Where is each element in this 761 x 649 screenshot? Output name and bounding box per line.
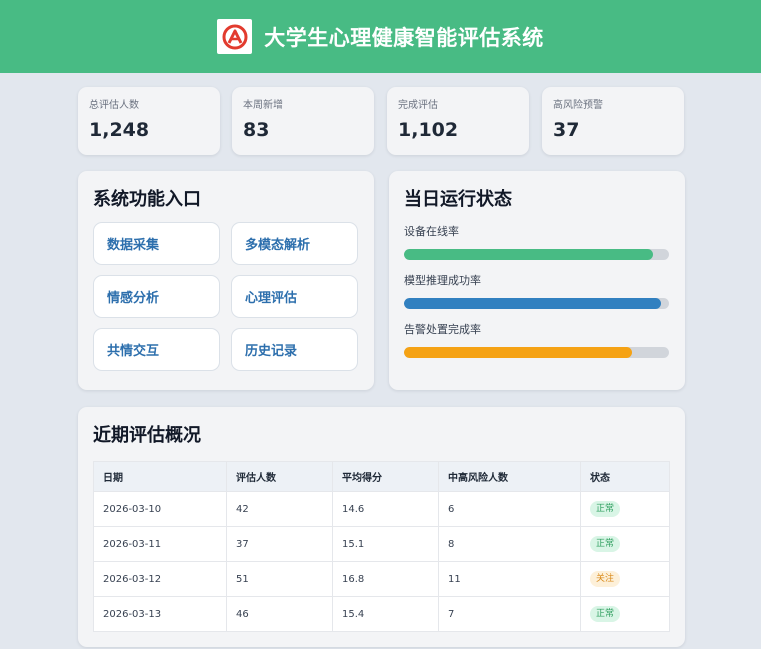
stat-label: 完成评估	[398, 100, 438, 111]
column-header: 评估人数	[226, 461, 333, 492]
cell-risk: 7	[438, 596, 581, 632]
multimodal-analysis-button[interactable]: 多模态解析	[231, 222, 358, 265]
column-header: 平均得分	[332, 461, 439, 492]
stat-label: 本周新增	[243, 100, 283, 111]
progress-bar	[404, 249, 669, 260]
cell-avg: 14.6	[332, 491, 439, 527]
cell-avg: 16.8	[332, 561, 439, 597]
assessment-table: 日期 评估人数 平均得分 中高风险人数 状态 2026-03-10 42 14.…	[93, 461, 670, 632]
cell-avg: 15.1	[332, 526, 439, 562]
column-header: 日期	[93, 461, 227, 492]
cell-status: 关注	[580, 561, 670, 597]
section-title: 系统功能入口	[93, 189, 201, 210]
progress-fill	[404, 249, 654, 260]
status-badge: 正常	[590, 536, 621, 552]
cell-risk: 11	[438, 561, 581, 597]
stat-value: 1,248	[89, 119, 150, 141]
column-header: 状态	[580, 461, 670, 492]
app-header: 大学生心理健康智能评估系统	[0, 0, 761, 73]
cell-risk: 8	[438, 526, 581, 562]
stat-label: 高风险预警	[553, 100, 603, 111]
stat-card-total: 总评估人数 1,248	[78, 87, 220, 155]
cell-risk: 6	[438, 491, 581, 527]
table-row: 2026-03-10 42 14.6 6 正常	[93, 491, 670, 527]
cell-date: 2026-03-10	[93, 491, 227, 527]
section-title: 近期评估概况	[93, 425, 201, 446]
cell-date: 2026-03-13	[93, 596, 227, 632]
cell-status: 正常	[580, 526, 670, 562]
metric-label: 告警处置完成率	[404, 323, 481, 336]
psych-assessment-button[interactable]: 心理评估	[231, 275, 358, 318]
metric-alarm-handled: 告警处置完成率	[404, 323, 670, 358]
table-row: 2026-03-13 46 15.4 7 正常	[93, 596, 670, 632]
stat-card-completed: 完成评估 1,102	[387, 87, 529, 155]
stat-value: 83	[243, 119, 270, 141]
stat-card-weekly-new: 本周新增 83	[232, 87, 374, 155]
function-entry-panel: 系统功能入口 数据采集 多模态解析 情感分析 心理评估 共情交互 历史记录	[78, 171, 374, 390]
table-header-row: 日期 评估人数 平均得分 中高风险人数 状态	[93, 461, 670, 492]
data-collection-button[interactable]: 数据采集	[93, 222, 220, 265]
section-title: 当日运行状态	[404, 189, 512, 210]
app-title: 大学生心理健康智能评估系统	[264, 25, 544, 50]
progress-fill	[404, 347, 632, 358]
cell-count: 51	[226, 561, 333, 597]
progress-bar	[404, 298, 669, 309]
metric-label: 设备在线率	[404, 225, 459, 238]
stat-label: 总评估人数	[89, 100, 139, 111]
stat-value: 1,102	[398, 119, 459, 141]
logo-icon	[222, 24, 248, 49]
stat-card-high-risk: 高风险预警 37	[542, 87, 684, 155]
cell-count: 42	[226, 491, 333, 527]
status-badge: 正常	[590, 501, 621, 517]
emotion-analysis-button[interactable]: 情感分析	[93, 275, 220, 318]
cell-count: 37	[226, 526, 333, 562]
table-row: 2026-03-12 51 16.8 11 关注	[93, 561, 670, 597]
progress-fill	[404, 298, 662, 309]
cell-date: 2026-03-11	[93, 526, 227, 562]
status-badge: 关注	[590, 571, 621, 587]
status-badge: 正常	[590, 606, 621, 622]
empathy-interaction-button[interactable]: 共情交互	[93, 328, 220, 371]
metric-model-success: 模型推理成功率	[404, 274, 670, 309]
stat-value: 37	[553, 119, 580, 141]
daily-status-panel: 当日运行状态 设备在线率 模型推理成功率 告警处置完成率	[389, 171, 685, 390]
cell-count: 46	[226, 596, 333, 632]
cell-date: 2026-03-12	[93, 561, 227, 597]
table-row: 2026-03-11 37 15.1 8 正常	[93, 526, 670, 562]
metric-device-online: 设备在线率	[404, 225, 670, 260]
cell-avg: 15.4	[332, 596, 439, 632]
column-header: 中高风险人数	[438, 461, 581, 492]
progress-bar	[404, 347, 669, 358]
cell-status: 正常	[580, 596, 670, 632]
logo	[217, 19, 253, 54]
metric-label: 模型推理成功率	[404, 274, 481, 287]
cell-status: 正常	[580, 491, 670, 527]
history-button[interactable]: 历史记录	[231, 328, 358, 371]
recent-assessment-panel: 近期评估概况 日期 评估人数 平均得分 中高风险人数 状态 2026-03-10…	[78, 407, 685, 647]
